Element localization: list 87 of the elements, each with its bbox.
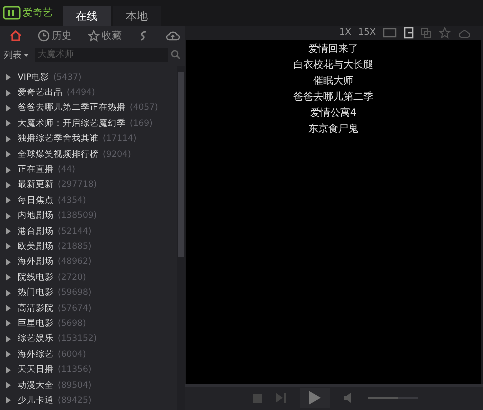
star-icon[interactable] bbox=[439, 27, 451, 39]
video-title[interactable]: 白衣校花与大长腿 bbox=[294, 58, 374, 74]
video-title[interactable]: 爱情回来了 bbox=[308, 42, 358, 58]
category-name[interactable]: 每日焦点 bbox=[18, 194, 54, 207]
logo-icon bbox=[3, 6, 21, 20]
play-button[interactable] bbox=[300, 388, 330, 408]
category-name[interactable]: 海外综艺 bbox=[18, 348, 54, 361]
category-count: (4494) bbox=[67, 88, 96, 98]
category-count: (297718) bbox=[58, 180, 98, 190]
expand-arrow-icon[interactable] bbox=[6, 74, 11, 82]
category-count: (89425) bbox=[58, 396, 92, 406]
category-name[interactable]: 天天日播 bbox=[18, 364, 54, 376]
category-name[interactable]: 高清影院 bbox=[18, 302, 54, 315]
expand-arrow-icon[interactable] bbox=[6, 366, 11, 374]
category-name[interactable]: 最新更新 bbox=[18, 179, 54, 192]
category-count: (6004) bbox=[58, 350, 86, 360]
nav-history-button[interactable]: 历史 bbox=[32, 28, 78, 44]
category-name[interactable]: 独播综艺季舍我其谁 bbox=[18, 133, 99, 146]
category-count: (9204) bbox=[103, 150, 132, 160]
expand-arrow-icon[interactable] bbox=[6, 290, 11, 297]
clock-icon[interactable] bbox=[38, 30, 50, 42]
category-count: (4354) bbox=[58, 196, 86, 206]
category-name[interactable]: 欧美剧场 bbox=[18, 240, 54, 253]
category-name[interactable]: 内地剧场 bbox=[18, 210, 54, 222]
star-icon[interactable] bbox=[88, 30, 100, 42]
expand-arrow-icon[interactable] bbox=[6, 274, 11, 282]
category-count: (57674) bbox=[58, 304, 92, 314]
speed-button[interactable]: 1X bbox=[339, 28, 352, 38]
scrollbar-thumb[interactable] bbox=[178, 72, 184, 257]
home-icon[interactable] bbox=[10, 30, 22, 42]
category-name[interactable]: 院线电影 bbox=[18, 272, 54, 284]
nav-favorite-button[interactable]: 收藏 bbox=[82, 28, 128, 44]
video-title[interactable]: 爸爸去哪儿第二季 bbox=[294, 90, 374, 106]
search-field[interactable]: 大魔术师 bbox=[35, 48, 168, 62]
video-title[interactable]: 爱情公寓4 bbox=[310, 106, 357, 122]
category-count: (52144) bbox=[58, 226, 92, 237]
category-name[interactable]: 综艺娱乐 bbox=[18, 333, 54, 346]
category-name[interactable]: 巨星电影 bbox=[18, 318, 54, 330]
category-name[interactable]: 热门电影 bbox=[18, 287, 54, 300]
list-dropdown[interactable]: 列表 bbox=[4, 48, 29, 62]
expand-arrow-icon[interactable] bbox=[6, 258, 11, 266]
expand-arrow-icon[interactable] bbox=[6, 336, 11, 343]
category-count: (11356) bbox=[58, 365, 92, 376]
expand-arrow-icon[interactable] bbox=[6, 120, 11, 128]
category-name[interactable]: 港台剧场 bbox=[18, 226, 54, 238]
category-count: (44) bbox=[58, 165, 76, 176]
expand-arrow-icon[interactable] bbox=[6, 351, 11, 358]
category-count: (21885) bbox=[58, 242, 92, 252]
expand-arrow-icon[interactable] bbox=[6, 136, 11, 143]
screen-icon[interactable] bbox=[383, 28, 397, 38]
tab[interactable]: 本地 bbox=[113, 6, 161, 26]
expand-arrow-icon[interactable] bbox=[6, 212, 11, 220]
category-count: (59698) bbox=[58, 288, 92, 298]
category-count: (89504) bbox=[58, 380, 92, 390]
category-count: (48962) bbox=[58, 257, 92, 268]
category-count: (2720) bbox=[58, 272, 86, 283]
category-count: (138509) bbox=[58, 211, 98, 222]
video-title[interactable]: 东京食尸鬼 bbox=[308, 122, 358, 138]
speed-button[interactable]: 15X bbox=[358, 28, 376, 38]
category-name[interactable]: 爱奇艺出品 bbox=[18, 87, 63, 100]
category-name[interactable]: 正在直播 bbox=[18, 164, 54, 176]
category-name[interactable]: 大魔术师：开启综艺魔幻季 bbox=[18, 118, 126, 130]
play-icon bbox=[309, 391, 321, 405]
tab[interactable]: 在线 bbox=[63, 6, 111, 26]
video-title[interactable]: 催眠大师 bbox=[314, 74, 354, 90]
search-icon bbox=[171, 50, 181, 60]
logo-text: 爱奇艺 bbox=[23, 6, 53, 20]
category-name[interactable]: 少儿卡通 bbox=[18, 394, 54, 407]
category-count: (169) bbox=[130, 118, 153, 129]
expand-arrow-icon[interactable] bbox=[6, 382, 11, 389]
cloud-upload-icon[interactable] bbox=[166, 30, 180, 42]
category-name[interactable]: 全球爆笑视频排行榜 bbox=[18, 148, 99, 161]
expand-arrow-icon[interactable] bbox=[6, 397, 11, 404]
category-count: (5698) bbox=[58, 318, 86, 329]
category-name[interactable]: VIP电影 bbox=[18, 72, 50, 84]
document-icon[interactable] bbox=[404, 27, 414, 39]
category-name[interactable]: 动漫大全 bbox=[18, 380, 54, 392]
expand-arrow-icon[interactable] bbox=[6, 197, 11, 204]
logo[interactable]: 爱奇艺 bbox=[3, 6, 53, 20]
category-count: (17114) bbox=[103, 134, 137, 144]
category-name[interactable]: 海外剧场 bbox=[18, 256, 54, 268]
expand-arrow-icon[interactable] bbox=[6, 151, 11, 158]
category-count: (4057) bbox=[130, 103, 158, 114]
category-count: (5437) bbox=[53, 72, 82, 83]
category-count: (153152) bbox=[58, 334, 98, 344]
caret-icon bbox=[24, 54, 29, 56]
category-name[interactable]: 爸爸去哪儿第二季正在热播 bbox=[18, 102, 126, 114]
